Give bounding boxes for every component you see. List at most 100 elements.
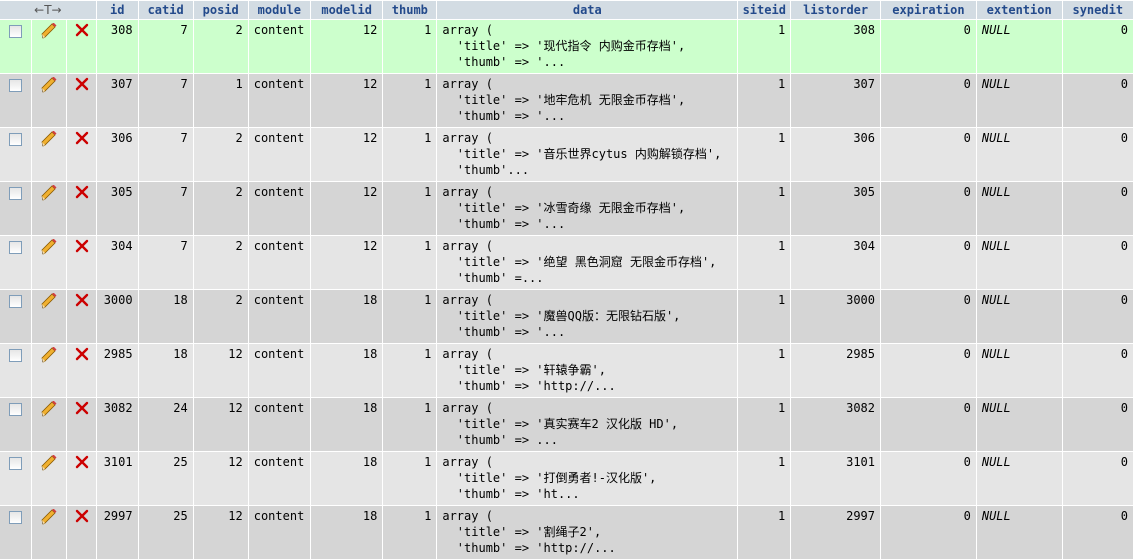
checkbox-icon[interactable] bbox=[8, 295, 22, 308]
checkbox-icon[interactable] bbox=[8, 79, 22, 92]
cell-synedit: 0 bbox=[1062, 236, 1133, 289]
row-delete-cell bbox=[67, 128, 96, 181]
pencil-icon[interactable] bbox=[40, 22, 58, 43]
data-line: array ( bbox=[442, 347, 493, 361]
column-header-extention[interactable]: extention bbox=[976, 1, 1062, 19]
cell-id: 3082 bbox=[96, 398, 138, 451]
cell-module: content bbox=[248, 128, 310, 181]
cell-expiration: 0 bbox=[881, 506, 976, 559]
checkbox-icon[interactable] bbox=[8, 349, 22, 362]
delete-x-icon[interactable] bbox=[75, 185, 89, 203]
checkbox-icon[interactable] bbox=[8, 403, 22, 416]
delete-x-icon[interactable] bbox=[75, 77, 89, 95]
row-delete-cell bbox=[67, 452, 96, 505]
delete-x-icon[interactable] bbox=[75, 239, 89, 257]
results-table: ←T→ id catid posid module modelid thumb … bbox=[0, 0, 1134, 560]
table-row[interactable]: 2997 25 12 content 18 1 array ( 'title' => '割绳… bbox=[0, 506, 1133, 559]
data-line: 'thumb' => '... bbox=[442, 109, 566, 123]
cell-data: array ( 'title' => '割绳子2', 'thumb' => 'h… bbox=[437, 506, 738, 559]
cell-module: content bbox=[248, 290, 310, 343]
column-header-posid[interactable]: posid bbox=[193, 1, 248, 19]
cell-extention: NULL bbox=[976, 452, 1062, 505]
table-row[interactable]: 306 7 2 content 12 1 array ( 'title' => '音乐世界c… bbox=[0, 128, 1133, 181]
cell-module: content bbox=[248, 398, 310, 451]
column-header-id[interactable]: id bbox=[96, 1, 138, 19]
column-header-data[interactable]: data bbox=[437, 1, 738, 19]
pencil-icon[interactable] bbox=[40, 346, 58, 367]
column-nav-arrows[interactable]: ←T→ bbox=[0, 1, 96, 19]
checkbox-icon[interactable] bbox=[8, 457, 22, 470]
data-line: 'title' => '打倒勇者!-汉化版', bbox=[442, 471, 657, 485]
cell-extention: NULL bbox=[976, 398, 1062, 451]
delete-x-icon[interactable] bbox=[75, 293, 89, 311]
cell-extention: NULL bbox=[976, 236, 1062, 289]
data-line: array ( bbox=[442, 455, 493, 469]
cell-synedit: 0 bbox=[1062, 398, 1133, 451]
cell-id: 307 bbox=[96, 74, 138, 127]
cell-siteid: 1 bbox=[738, 452, 791, 505]
cell-data: array ( 'title' => '地牢危机 无限金币存档', 'thumb… bbox=[437, 74, 738, 127]
row-delete-cell bbox=[67, 506, 96, 559]
column-header-modelid[interactable]: modelid bbox=[310, 1, 383, 19]
checkbox-icon[interactable] bbox=[8, 511, 22, 524]
cell-synedit: 0 bbox=[1062, 74, 1133, 127]
column-header-siteid[interactable]: siteid bbox=[738, 1, 791, 19]
cell-siteid: 1 bbox=[738, 506, 791, 559]
checkbox-icon[interactable] bbox=[8, 241, 22, 254]
column-header-thumb[interactable]: thumb bbox=[383, 1, 437, 19]
column-header-expiration[interactable]: expiration bbox=[881, 1, 976, 19]
delete-x-icon[interactable] bbox=[75, 509, 89, 527]
delete-x-icon[interactable] bbox=[75, 401, 89, 419]
column-header-module[interactable]: module bbox=[248, 1, 310, 19]
pencil-icon[interactable] bbox=[40, 454, 58, 475]
table-row[interactable]: 308 7 2 content 12 1 array ( 'title' => '现代指令 … bbox=[0, 20, 1133, 73]
table-row[interactable]: 3101 25 12 content 18 1 array ( 'title' => '打倒… bbox=[0, 452, 1133, 505]
cell-id: 304 bbox=[96, 236, 138, 289]
header-row: ←T→ id catid posid module modelid thumb … bbox=[0, 1, 1133, 19]
cell-siteid: 1 bbox=[738, 236, 791, 289]
table-row[interactable]: 307 7 1 content 12 1 array ( 'title' => '地牢危机 … bbox=[0, 74, 1133, 127]
row-delete-cell bbox=[67, 182, 96, 235]
cell-listorder: 3000 bbox=[791, 290, 880, 343]
table-row[interactable]: 3000 18 2 content 18 1 array ( 'title' => '魔兽Q… bbox=[0, 290, 1133, 343]
delete-x-icon[interactable] bbox=[75, 455, 89, 473]
delete-x-icon[interactable] bbox=[75, 23, 89, 41]
data-line: array ( bbox=[442, 131, 493, 145]
cell-synedit: 0 bbox=[1062, 290, 1133, 343]
row-select-cell bbox=[0, 398, 31, 451]
cell-listorder: 304 bbox=[791, 236, 880, 289]
cell-listorder: 305 bbox=[791, 182, 880, 235]
table-row[interactable]: 305 7 2 content 12 1 array ( 'title' => '冰雪奇缘 … bbox=[0, 182, 1133, 235]
cell-catid: 18 bbox=[138, 290, 193, 343]
table-row[interactable]: 2985 18 12 content 18 1 array ( 'title' => '轩辕… bbox=[0, 344, 1133, 397]
pencil-icon[interactable] bbox=[40, 184, 58, 205]
pencil-icon[interactable] bbox=[40, 508, 58, 529]
cell-expiration: 0 bbox=[881, 398, 976, 451]
column-header-listorder[interactable]: listorder bbox=[791, 1, 880, 19]
table-row[interactable]: 304 7 2 content 12 1 array ( 'title' => '绝望 黑色… bbox=[0, 236, 1133, 289]
cell-posid: 12 bbox=[193, 452, 248, 505]
pencil-icon[interactable] bbox=[40, 130, 58, 151]
cell-module: content bbox=[248, 452, 310, 505]
pencil-icon[interactable] bbox=[40, 292, 58, 313]
checkbox-icon[interactable] bbox=[8, 133, 22, 146]
cell-thumb: 1 bbox=[383, 182, 437, 235]
delete-x-icon[interactable] bbox=[75, 131, 89, 149]
cell-data: array ( 'title' => '冰雪奇缘 无限金币存档', 'thumb… bbox=[437, 182, 738, 235]
column-header-synedit[interactable]: synedit bbox=[1062, 1, 1133, 19]
table-row[interactable]: 3082 24 12 content 18 1 array ( 'title' => '真实… bbox=[0, 398, 1133, 451]
data-line: 'title' => '音乐世界cytus 内购解锁存档', bbox=[442, 147, 722, 161]
pencil-icon[interactable] bbox=[40, 238, 58, 259]
data-line: 'title' => '轩辕争霸', bbox=[442, 363, 606, 377]
row-select-cell bbox=[0, 506, 31, 559]
pencil-icon[interactable] bbox=[40, 400, 58, 421]
checkbox-icon[interactable] bbox=[8, 25, 22, 38]
cell-expiration: 0 bbox=[881, 128, 976, 181]
cell-catid: 24 bbox=[138, 398, 193, 451]
column-header-catid[interactable]: catid bbox=[138, 1, 193, 19]
delete-x-icon[interactable] bbox=[75, 347, 89, 365]
checkbox-icon[interactable] bbox=[8, 187, 22, 200]
cell-siteid: 1 bbox=[738, 398, 791, 451]
cell-posid: 2 bbox=[193, 20, 248, 73]
pencil-icon[interactable] bbox=[40, 76, 58, 97]
